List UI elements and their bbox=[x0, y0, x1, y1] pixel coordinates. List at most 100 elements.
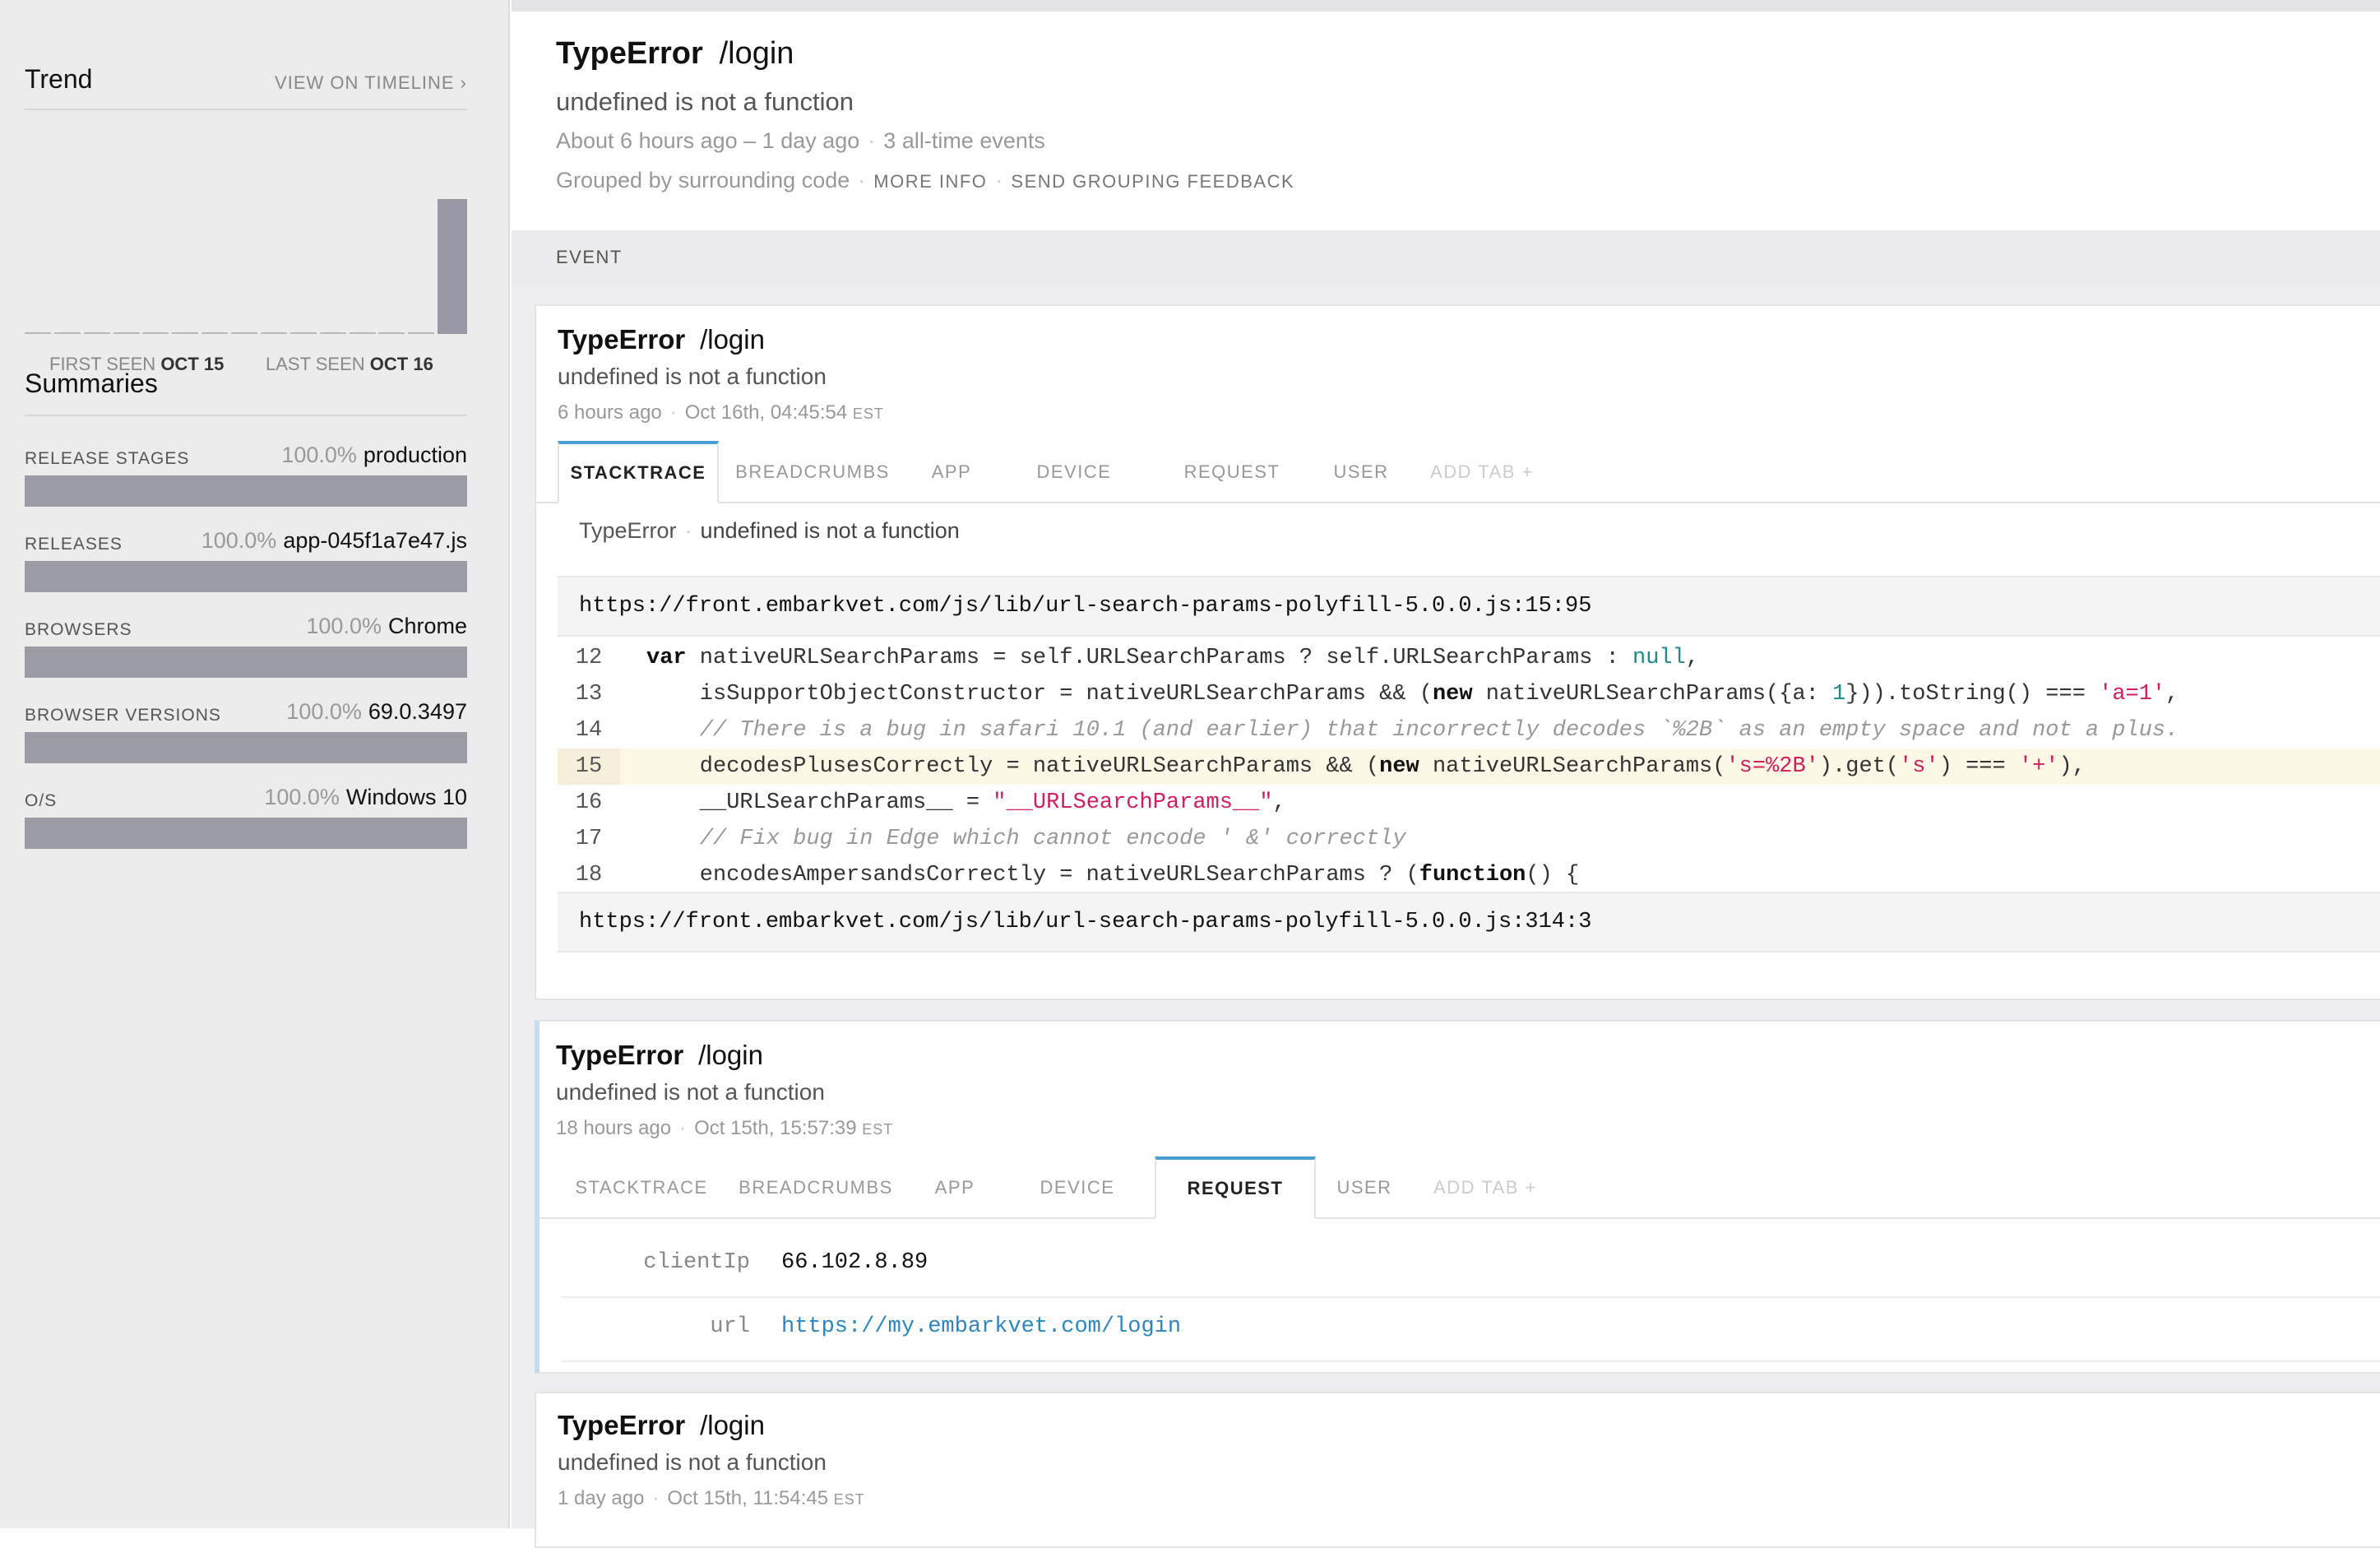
tab-app[interactable]: APP bbox=[910, 1156, 1000, 1217]
summary-label: RELEASE STAGES bbox=[25, 449, 190, 468]
summary-value-text: Windows 10 bbox=[345, 785, 467, 809]
summary-row[interactable]: BROWSER VERSIONS 100.0% 69.0.3497 bbox=[25, 698, 467, 776]
stacktrace-message: undefined is not a function bbox=[700, 518, 960, 543]
request-key: url bbox=[710, 1314, 750, 1339]
summary-value: 100.0% Windows 10 bbox=[264, 785, 467, 810]
trend-bar-empty bbox=[113, 332, 140, 334]
event-relative-time: 1 day ago bbox=[558, 1487, 645, 1509]
stack-frame-header[interactable]: https://front.embarkvet.com/js/lib/url-s… bbox=[558, 576, 2380, 637]
event-tabs: STACKTRACE BREADCRUMBS APP DEVICE REQUEST USE… bbox=[539, 1156, 2380, 1219]
summary-bar bbox=[25, 561, 467, 592]
summary-value: 100.0% Chrome bbox=[306, 614, 467, 639]
trend-bar-empty bbox=[54, 332, 81, 334]
line-number: 18 bbox=[575, 863, 603, 888]
summary-row[interactable]: BROWSERS 100.0% Chrome bbox=[25, 612, 467, 691]
time-range: About 6 hours ago – 1 day ago bbox=[556, 128, 860, 153]
line-number: 12 bbox=[575, 646, 603, 670]
event-card[interactable]: TypeError /login undefined is not a func… bbox=[535, 1392, 2380, 1548]
event-tabs: STACKTRACE BREADCRUMBS APP DEVICE REQUEST USE… bbox=[536, 441, 2380, 503]
summary-row[interactable]: RELEASE STAGES 100.0% production bbox=[25, 441, 467, 520]
tab-stacktrace[interactable]: STACKTRACE bbox=[561, 1156, 722, 1217]
event-message: undefined is not a function bbox=[556, 1079, 825, 1105]
tab-stacktrace[interactable]: STACKTRACE bbox=[558, 441, 719, 503]
event-message: undefined is not a function bbox=[558, 364, 827, 389]
event-card[interactable]: TypeError /login undefined is not a func… bbox=[535, 304, 2380, 1000]
request-row: url https://my.embarkvet.com/login bbox=[561, 1296, 2380, 1362]
grouping-text: Grouped by surrounding code bbox=[556, 168, 850, 192]
summary-value-text: app-045f1a7e47.js bbox=[283, 528, 467, 553]
event-error-class: TypeError bbox=[558, 324, 686, 355]
code-line: 16 __URLSearchParams__ = "__URLSearchPar… bbox=[558, 785, 2380, 821]
error-context: /login bbox=[719, 36, 794, 71]
tab-app[interactable]: APP bbox=[906, 441, 997, 502]
code-line: 14 // There is a bug in safari 10.1 (and… bbox=[558, 712, 2380, 749]
tab-request[interactable]: REQUEST bbox=[1151, 441, 1313, 502]
summary-value: 100.0% app-045f1a7e47.js bbox=[201, 528, 467, 554]
send-grouping-feedback-link[interactable]: SEND GROUPING FEEDBACK bbox=[1011, 171, 1294, 192]
summary-percent: 100.0% bbox=[264, 785, 340, 809]
event-title: TypeError /login bbox=[558, 324, 765, 355]
event-meta: 1 day ago · Oct 15th, 11:54:45 EST bbox=[558, 1487, 865, 1509]
stack-frame-location: https://front.embarkvet.com/js/lib/url-s… bbox=[579, 594, 1592, 619]
summary-row[interactable]: O/S 100.0% Windows 10 bbox=[25, 783, 467, 862]
line-number: 17 bbox=[575, 827, 603, 851]
trend-bar-empty bbox=[320, 332, 346, 334]
sidebar: Trend VIEW ON TIMELINE › FIRST SEEN OCT … bbox=[0, 0, 510, 1528]
trend-chart[interactable] bbox=[25, 196, 467, 334]
tab-request[interactable]: REQUEST bbox=[1155, 1156, 1316, 1219]
stacktrace-summary: TypeError · undefined is not a function bbox=[579, 518, 960, 543]
more-info-link[interactable]: MORE INFO bbox=[873, 171, 987, 192]
tab-device[interactable]: DEVICE bbox=[1013, 441, 1135, 502]
event-count: 3 all-time events bbox=[883, 128, 1045, 153]
stack-frame-header[interactable]: https://front.embarkvet.com/js/lib/url-s… bbox=[558, 892, 2380, 952]
trend-bar-empty bbox=[25, 332, 51, 334]
event-context: /login bbox=[700, 1410, 765, 1440]
divider bbox=[25, 109, 467, 110]
event-timestamp: Oct 15th, 15:57:39 bbox=[694, 1117, 857, 1139]
summaries-title: Summaries bbox=[25, 368, 158, 398]
line-number: 15 bbox=[558, 749, 620, 785]
summary-percent: 100.0% bbox=[306, 614, 382, 638]
event-section-header: EVENT bbox=[512, 230, 2380, 286]
request-row: clientIp 66.102.8.89 bbox=[561, 1232, 2380, 1298]
summary-bar bbox=[25, 732, 467, 763]
trend-title: Trend bbox=[25, 64, 93, 94]
event-timestamp: Oct 16th, 04:45:54 bbox=[684, 401, 848, 424]
tab-breadcrumbs[interactable]: BREADCRUMBS bbox=[735, 1156, 896, 1217]
event-meta: 18 hours ago · Oct 15th, 15:57:39 EST bbox=[556, 1117, 894, 1139]
view-on-timeline-link[interactable]: VIEW ON TIMELINE › bbox=[275, 72, 467, 94]
code-line: 13 isSupportObjectConstructor = nativeUR… bbox=[558, 676, 2380, 712]
summary-value-text: 69.0.3497 bbox=[368, 699, 467, 724]
error-header: TypeError /login undefined is not a func… bbox=[512, 12, 2380, 232]
summary-row[interactable]: RELEASES 100.0% app-045f1a7e47.js bbox=[25, 526, 467, 605]
stacktrace-error-class: TypeError bbox=[579, 518, 677, 543]
event-timezone: EST bbox=[833, 1491, 865, 1508]
trend-bar-empty bbox=[142, 332, 169, 334]
trend-bar-empty bbox=[172, 332, 198, 334]
error-message: undefined is not a function bbox=[556, 87, 854, 116]
trend-bar-empty bbox=[84, 332, 110, 334]
trend-bar-empty bbox=[201, 332, 228, 334]
event-card-selected[interactable]: TypeError /login undefined is not a func… bbox=[535, 1020, 2380, 1374]
stack-frame-location: https://front.embarkvet.com/js/lib/url-s… bbox=[579, 910, 1592, 934]
event-context: /login bbox=[700, 324, 765, 355]
tab-user[interactable]: USER bbox=[1326, 441, 1396, 502]
summary-percent: 100.0% bbox=[281, 443, 357, 467]
event-context: /login bbox=[698, 1040, 763, 1070]
tab-device[interactable]: DEVICE bbox=[1016, 1156, 1138, 1217]
summary-bar bbox=[25, 647, 467, 678]
trend-bar[interactable] bbox=[438, 199, 467, 334]
event-meta: 6 hours ago · Oct 16th, 04:45:54 EST bbox=[558, 401, 884, 424]
tab-add-tab[interactable]: ADD TAB + bbox=[1415, 1156, 1556, 1217]
tab-breadcrumbs[interactable]: BREADCRUMBS bbox=[732, 441, 893, 502]
request-url-link[interactable]: https://my.embarkvet.com/login bbox=[781, 1314, 1181, 1339]
line-number: 13 bbox=[575, 682, 603, 707]
request-key: clientIp bbox=[643, 1250, 750, 1275]
top-strip bbox=[512, 0, 2380, 12]
tab-user[interactable]: USER bbox=[1329, 1156, 1400, 1217]
event-message: undefined is not a function bbox=[558, 1449, 827, 1475]
event-section-label: EVENT bbox=[556, 247, 623, 267]
tab-add-tab[interactable]: ADD TAB + bbox=[1411, 441, 1553, 502]
event-timezone: EST bbox=[852, 406, 884, 422]
grouping-row: Grouped by surrounding code · MORE INFO · SE… bbox=[556, 168, 1295, 192]
